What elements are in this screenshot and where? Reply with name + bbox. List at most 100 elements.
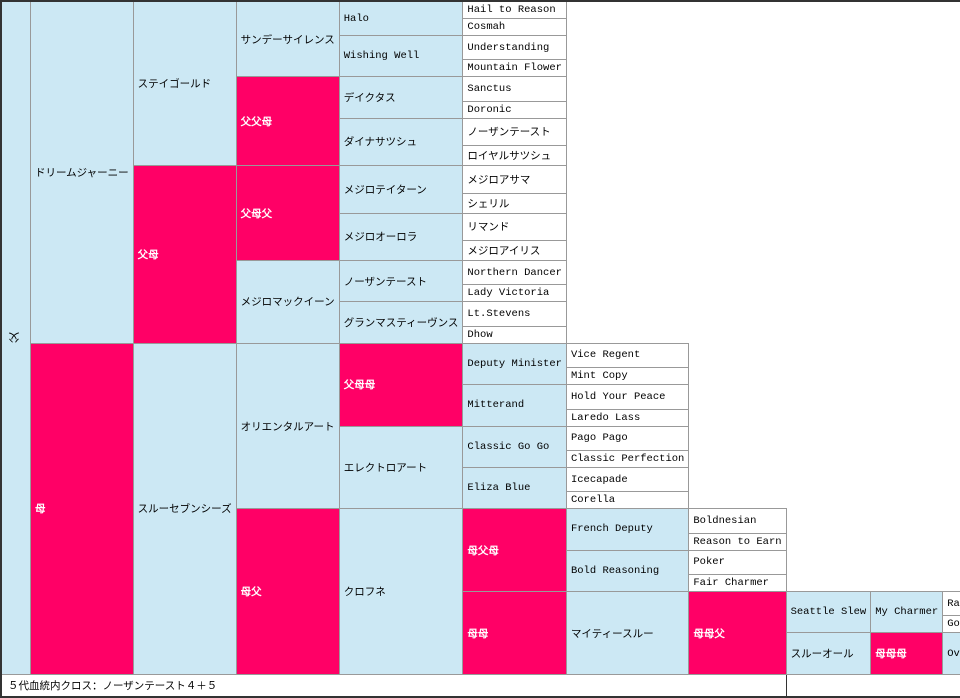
bold-reasoning-cell: Bold Reasoning <box>566 550 688 591</box>
eliza-blue-label: Eliza Blue <box>467 482 530 494</box>
pedigree-table: 父 ドリームジャーニー ステイゴールド サンデーサイレンス Halo Hail … <box>0 0 960 698</box>
cheryl-label: シェリル <box>467 199 509 211</box>
rimand-cell: リマンド <box>463 213 567 240</box>
stayingold-label: ステイゴールド <box>138 79 212 91</box>
mff-label: 父母母 <box>344 380 376 392</box>
mf-label-cell: 母父 <box>236 509 339 675</box>
mejiro-aurora2-label: メジロオーロラ <box>344 232 418 244</box>
dream-journey-cell: ドリームジャーニー <box>31 1 134 343</box>
slew-seven-seasons-cell: スルーセブンシーズ <box>133 343 236 674</box>
vice-regent-cell: Vice Regent <box>566 343 688 367</box>
fm-label-cell: 父母 <box>133 166 236 344</box>
footer-text: ５代血統内クロス：ノーザンテースト４＋５ <box>8 681 217 693</box>
raise-a-native-cell: Raise a Native <box>943 592 960 616</box>
wishing-well-label: Wishing Well <box>344 50 420 62</box>
mejiro-aurora2-cell: メジロオーロラ <box>339 213 463 260</box>
mf-label: 母父 <box>241 587 262 599</box>
oriental-art-cell: オリエンタルアート <box>236 343 339 509</box>
mmm-label: 母母母 <box>875 649 907 661</box>
fm-label: 父母 <box>138 250 159 262</box>
boldnesian-label: Boldnesian <box>693 515 756 527</box>
bold-reasoning-label: Bold Reasoning <box>571 565 659 577</box>
mejiro-asama-label: メジロアサマ <box>467 175 530 187</box>
kurofune-label: クロフネ <box>344 587 386 599</box>
hold-your-peace-cell: Hold Your Peace <box>566 385 688 409</box>
ffm-label-cell: 父父母 <box>236 77 339 166</box>
granmasutevns-cell: グランマスティーヴンス <box>339 302 463 343</box>
gold-digger-label: Gold Digger <box>947 618 960 630</box>
sunday-silence-label: サンデーサイレンス <box>241 35 335 47</box>
kurofune-cell: クロフネ <box>339 509 463 675</box>
electro-art-label: エレクトロアート <box>344 463 427 475</box>
classic-perfection-cell: Classic Perfection <box>566 450 688 467</box>
icecapade-cell: Icecapade <box>566 467 688 491</box>
m-label-cell: 母 <box>31 343 134 674</box>
slew-seven-seasons-label: スルーセブンシーズ <box>138 504 232 516</box>
mmf2-label-cell: 母母父 <box>689 592 786 675</box>
mountain-flower-cell: Mountain Flower <box>463 60 567 77</box>
cosmah-cell: Cosmah <box>463 19 567 36</box>
deikutasu-label: デイクタス <box>344 93 396 105</box>
reason-to-earn-label: Reason to Earn <box>693 536 781 548</box>
vice-regent-label: Vice Regent <box>571 349 640 361</box>
gold-digger-cell: Gold Digger <box>943 616 960 633</box>
mmf-label-cell: 母父母 <box>463 509 567 592</box>
mejiro-iris-cell: メジロアイリス <box>463 240 567 260</box>
wishing-well-cell: Wishing Well <box>339 36 463 77</box>
hail-to-reason-cell: Hail to Reason <box>463 1 567 19</box>
doronic-cell: Doronic <box>463 101 567 118</box>
northern-taste2-cell: ノーザンテースト <box>339 260 463 301</box>
rimand-label: リマンド <box>467 222 509 234</box>
dream-journey-label: ドリームジャーニー <box>35 168 129 180</box>
mint-copy-label: Mint Copy <box>571 370 628 382</box>
my-charmer-label: My Charmer <box>875 606 938 618</box>
royal-satsush-cell: ロイヤルサツシュ <box>463 146 567 166</box>
classic-go-go-label: Classic Go Go <box>467 441 549 453</box>
laredo-lass-cell: Laredo Lass <box>566 409 688 426</box>
dhow-label: Dhow <box>467 329 492 341</box>
footer-cell: ５代血統内クロス：ノーザンテースト４＋５ <box>1 675 786 698</box>
fair-charmer-label: Fair Charmer <box>693 577 769 589</box>
poker-label: Poker <box>693 556 725 568</box>
lt-stevens-label: Lt.Stevens <box>467 308 530 320</box>
pago-pago-label: Pago Pago <box>571 432 628 444</box>
over-all-label: Over All <box>947 648 960 660</box>
mitterand-cell: Mitterand <box>463 385 567 426</box>
dynasatsusu-cell: ダイナサツシュ <box>339 118 463 165</box>
raise-a-native-label: Raise a Native <box>947 598 960 610</box>
dynasatsusu-label: ダイナサツシュ <box>344 137 417 149</box>
maity-slew-label: マイティースルー <box>571 629 654 641</box>
mmf-label: 母父母 <box>467 546 499 558</box>
mff-label-cell: 父母母 <box>339 343 463 426</box>
mejiroteitarn-label: メジロテイターン <box>344 185 427 197</box>
boldnesian-cell: Boldnesian <box>689 509 786 533</box>
sanctus-label: Sanctus <box>467 83 511 95</box>
icecapade-label: Icecapade <box>571 474 628 486</box>
mejiro-iris-label: メジロアイリス <box>467 246 540 258</box>
hold-your-peace-label: Hold Your Peace <box>571 391 666 403</box>
mitterand-label: Mitterand <box>467 399 524 411</box>
slew-all-label: スルーオール <box>791 649 854 661</box>
laredo-lass-label: Laredo Lass <box>571 412 640 424</box>
halo-label: Halo <box>344 13 369 25</box>
lady-victoria-label: Lady Victoria <box>467 287 549 299</box>
northern-dancer2-label: Northern Dancer <box>467 267 562 279</box>
sunday-silence-cell: サンデーサイレンス <box>236 1 339 77</box>
nozantaste-cell: ノーザンテースト <box>463 118 567 145</box>
reason-to-earn-cell: Reason to Earn <box>689 533 786 550</box>
mejiroteitarn-cell: メジロテイターン <box>339 166 463 213</box>
over-all-cell: Over All <box>943 633 960 675</box>
corella-cell: Corella <box>566 492 688 509</box>
classic-perfection-label: Classic Perfection <box>571 453 684 465</box>
my-charmer-cell: My Charmer <box>871 592 943 633</box>
deputy-minister-cell: Deputy Minister <box>463 343 567 384</box>
northern-dancer2-cell: Northern Dancer <box>463 260 567 284</box>
poker-cell: Poker <box>689 550 786 574</box>
french-deputy-label: French Deputy <box>571 523 653 535</box>
mountain-flower-label: Mountain Flower <box>467 62 562 74</box>
mejiro-maqueen-cell: メジロマックイーン <box>236 260 339 343</box>
doronic-label: Doronic <box>467 104 511 116</box>
royal-satsush-label: ロイヤルサツシュ <box>467 151 551 163</box>
sanctus-cell: Sanctus <box>463 77 567 101</box>
halo-cell: Halo <box>339 1 463 36</box>
